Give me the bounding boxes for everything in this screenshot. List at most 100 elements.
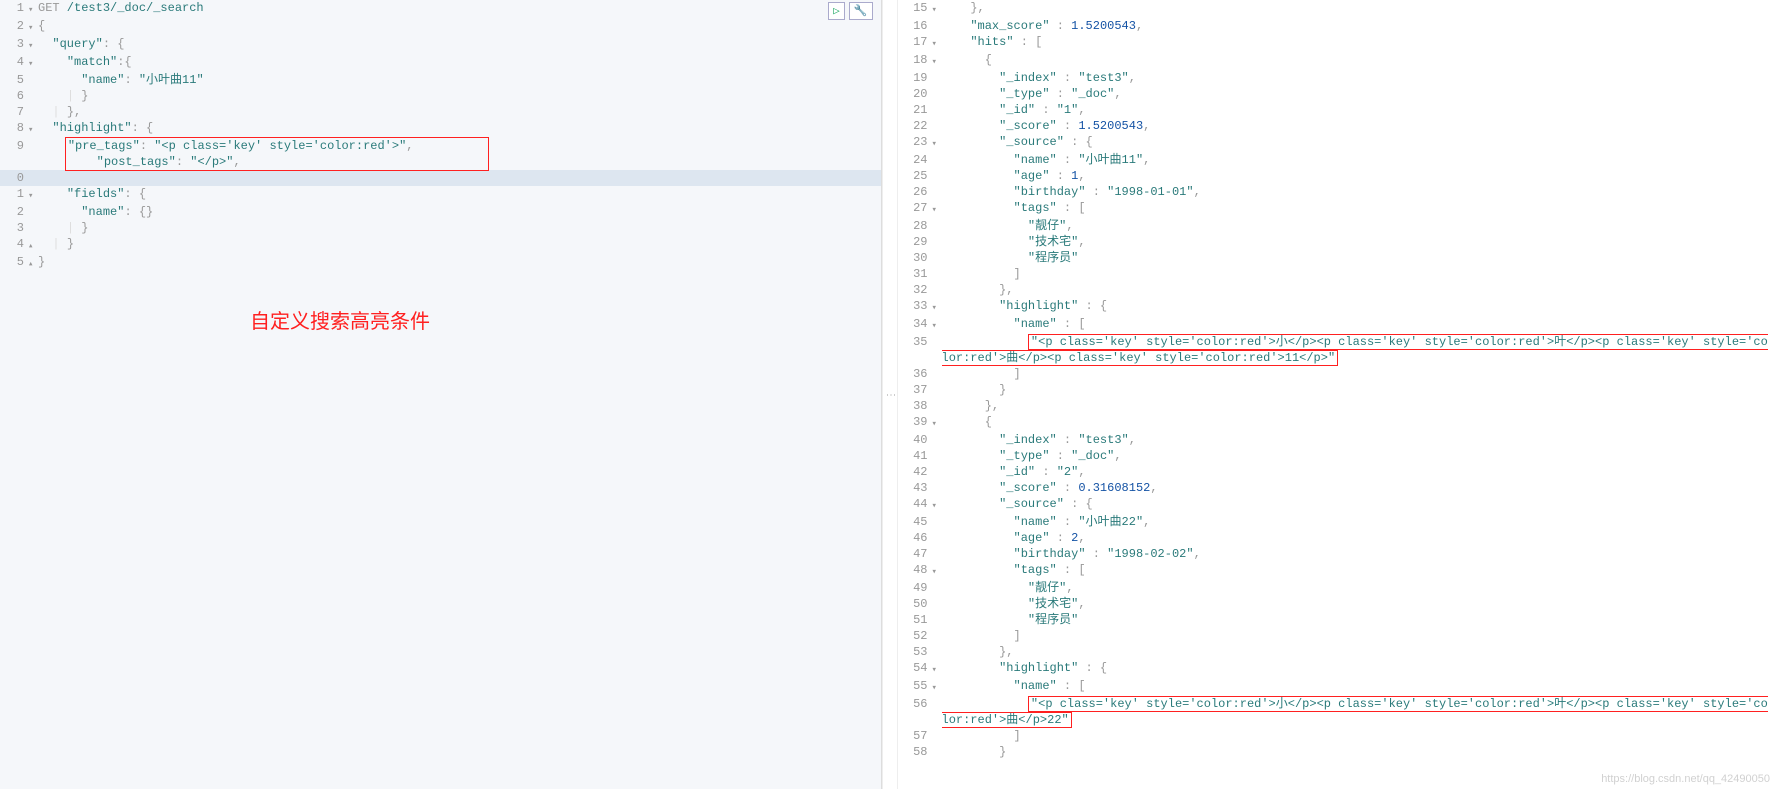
code-line[interactable]: "query": { (38, 36, 881, 52)
line-number: 37 (898, 382, 932, 398)
code-line: "name" : "小叶曲11", (942, 152, 1778, 168)
line-number: 54 (898, 660, 932, 676)
fold-toggle[interactable]: ▾ (932, 134, 942, 152)
code-line[interactable]: "match":{ (38, 54, 881, 70)
annotation-text: 自定义搜索高亮条件 (250, 305, 430, 334)
line-number: 40 (898, 432, 932, 448)
line-number: 45 (898, 514, 932, 530)
line-number: 7 (0, 104, 28, 120)
code-line: "技术宅", (942, 596, 1778, 612)
code-line: "highlight" : { (942, 660, 1778, 676)
code-line: }, (942, 398, 1778, 414)
line-number: 36 (898, 366, 932, 382)
line-number: 29 (898, 234, 932, 250)
code-line: "tags" : [ (942, 200, 1778, 216)
code-line[interactable]: "pre_tags": "<p class='key' style='color… (38, 138, 881, 170)
fold-toggle[interactable]: ▾ (932, 34, 942, 52)
fold-toggle[interactable]: ▾ (28, 18, 38, 36)
code-line: }, (942, 0, 1778, 16)
fold-toggle[interactable]: ▾ (28, 54, 38, 72)
code-line: "birthday" : "1998-02-02", (942, 546, 1778, 562)
fold-toggle[interactable]: ▾ (932, 496, 942, 514)
line-number: 16 (898, 18, 932, 34)
line-number: 2 (0, 18, 28, 34)
settings-button[interactable]: 🔧 (849, 2, 873, 20)
code-line: "_id" : "2", (942, 464, 1778, 480)
line-number: 24 (898, 152, 932, 168)
code-line: "靓仔", (942, 580, 1778, 596)
code-line[interactable]: GET /test3/_doc/_search (38, 0, 881, 16)
code-line[interactable]: "highlight": { (38, 120, 881, 136)
code-line[interactable]: "name": "小叶曲11" (38, 72, 881, 88)
fold-toggle[interactable]: ▴ (28, 254, 38, 272)
fold-toggle[interactable]: ▾ (932, 0, 942, 18)
fold-toggle[interactable]: ▴ (28, 236, 38, 254)
code-line: "_source" : { (942, 134, 1778, 150)
line-number: 47 (898, 546, 932, 562)
code-line: ] (942, 628, 1778, 644)
code-line[interactable]: | } (38, 88, 881, 104)
code-line: { (942, 52, 1778, 68)
fold-toggle[interactable]: ▾ (932, 414, 942, 432)
fold-toggle[interactable]: ▾ (932, 562, 942, 580)
fold-toggle[interactable]: ▾ (932, 678, 942, 696)
code-line: "max_score" : 1.5200543, (942, 18, 1778, 34)
highlight-box: "<p class='key' style='color:red'>小</p><… (942, 696, 1768, 728)
response-viewer[interactable]: 15▾ }, 16 "max_score" : 1.5200543, 17▾ "… (898, 0, 1778, 789)
line-number: 1 (0, 0, 28, 16)
line-number: 17 (898, 34, 932, 50)
line-number: 52 (898, 628, 932, 644)
line-number: 43 (898, 480, 932, 496)
line-number: 46 (898, 530, 932, 546)
code-line: "<p class='key' style='color:red'>小</p><… (942, 696, 1778, 728)
line-number: 50 (898, 596, 932, 612)
fold-toggle[interactable]: ▾ (932, 316, 942, 334)
code-line[interactable]: } (38, 254, 881, 270)
code-line[interactable]: | } (38, 236, 881, 252)
code-line: "age" : 2, (942, 530, 1778, 546)
fold-toggle[interactable]: ▾ (28, 0, 38, 18)
fold-toggle[interactable]: ▾ (932, 298, 942, 316)
line-number: 55 (898, 678, 932, 694)
code-line[interactable]: "name": {} (38, 204, 881, 220)
code-line: "name" : [ (942, 316, 1778, 332)
line-number: 32 (898, 282, 932, 298)
code-line[interactable]: "fields": { (38, 186, 881, 202)
highlight-box: "pre_tags": "<p class='key' style='color… (65, 137, 489, 171)
code-line: "程序员" (942, 250, 1778, 266)
code-line[interactable]: | }, (38, 104, 881, 120)
fold-toggle[interactable]: ▾ (932, 660, 942, 678)
request-editor[interactable]: ▷ 🔧 1▾GET /test3/_doc/_search 2▾{ 3▾ "qu… (0, 0, 882, 789)
line-number: 56 (898, 696, 932, 712)
code-line: "name" : [ (942, 678, 1778, 694)
code-line: } (942, 382, 1778, 398)
line-number: 35 (898, 334, 932, 350)
request-toolbar: ▷ 🔧 (828, 2, 872, 20)
code-line: "_score" : 0.31608152, (942, 480, 1778, 496)
code-line: "_index" : "test3", (942, 70, 1778, 86)
fold-toggle[interactable]: ▾ (932, 200, 942, 218)
code-line[interactable]: | } (38, 220, 881, 236)
code-line: }, (942, 282, 1778, 298)
fold-toggle[interactable]: ▾ (28, 120, 38, 138)
line-number: 2 (0, 204, 28, 220)
code-line[interactable]: { (38, 18, 881, 34)
line-number: 3 (0, 220, 28, 236)
line-number: 3 (0, 36, 28, 52)
code-line: ] (942, 366, 1778, 382)
code-line: "name" : "小叶曲22", (942, 514, 1778, 530)
pane-divider[interactable]: ⋮ (882, 0, 898, 789)
line-number: 23 (898, 134, 932, 150)
fold-toggle[interactable]: ▾ (28, 36, 38, 54)
line-number: 42 (898, 464, 932, 480)
line-number: 48 (898, 562, 932, 578)
run-button[interactable]: ▷ (828, 2, 845, 20)
fold-toggle[interactable]: ▾ (932, 52, 942, 70)
line-number: 6 (0, 88, 28, 104)
highlight-box: "<p class='key' style='color:red'>小</p><… (942, 334, 1768, 366)
code-line: "技术宅", (942, 234, 1778, 250)
line-number: 22 (898, 118, 932, 134)
fold-toggle[interactable]: ▾ (28, 186, 38, 204)
code-line: "birthday" : "1998-01-01", (942, 184, 1778, 200)
line-number: 25 (898, 168, 932, 184)
